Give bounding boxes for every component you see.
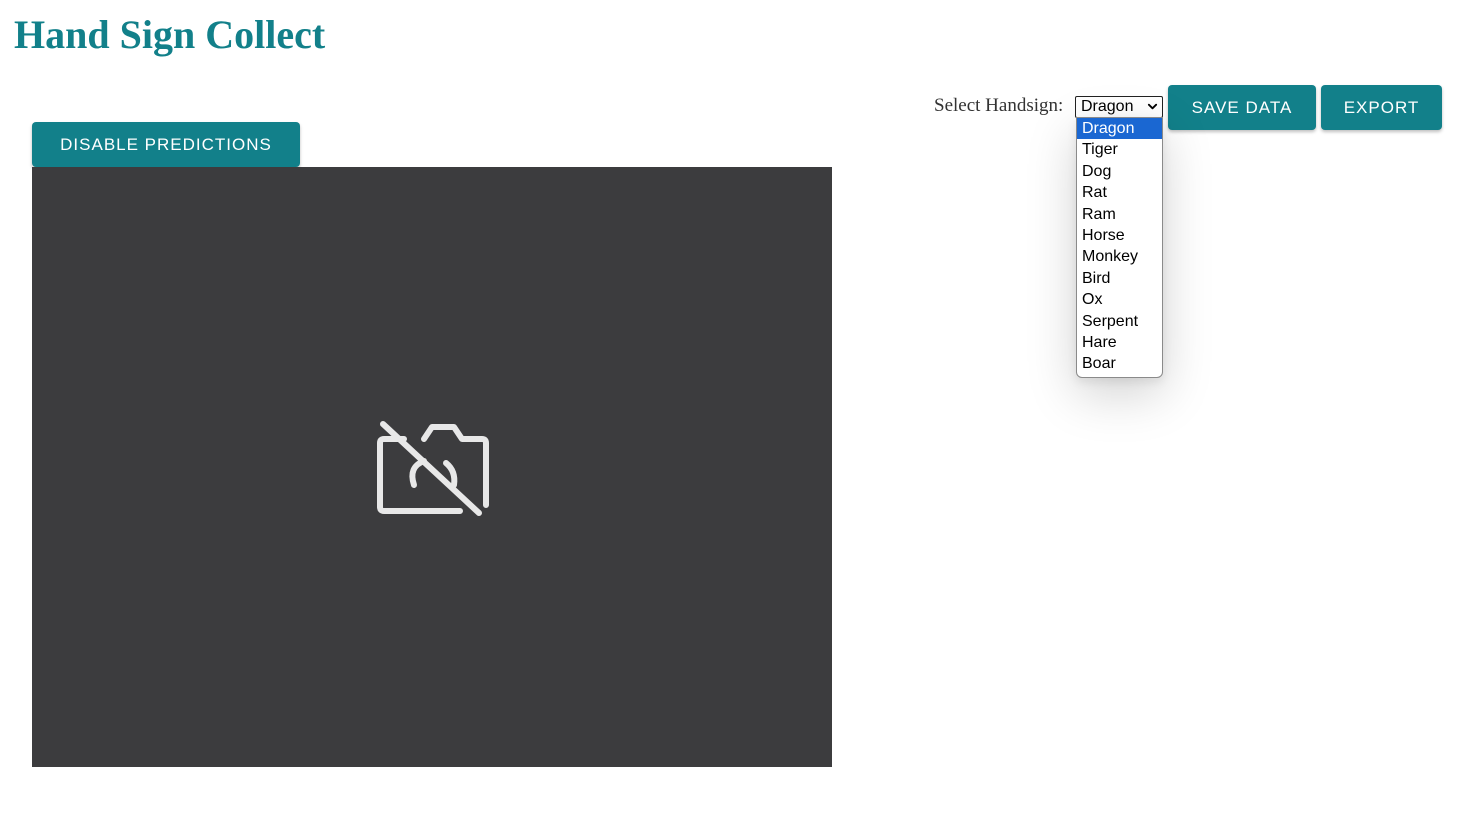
dropdown-option[interactable]: Serpent xyxy=(1077,311,1162,332)
handsign-dropdown-list[interactable]: Dragon Tiger Dog Rat Ram Horse Monkey Bird Ox Ser… xyxy=(1076,117,1163,378)
save-data-button[interactable]: SAVE DATA xyxy=(1168,85,1316,130)
select-handsign-label: Select Handsign: xyxy=(934,95,1064,116)
dropdown-option[interactable]: Bird xyxy=(1077,268,1162,289)
camera-off-icon xyxy=(377,421,489,516)
dropdown-option[interactable]: Ox xyxy=(1077,289,1162,310)
dropdown-option[interactable]: Rat xyxy=(1077,182,1162,203)
export-button[interactable]: EXPORT xyxy=(1321,85,1442,130)
dropdown-option[interactable]: Horse xyxy=(1077,225,1162,246)
page-title: Hand Sign Collect xyxy=(14,12,326,57)
disable-predictions-button[interactable]: DISABLE PREDICTIONS xyxy=(32,122,300,167)
chevron-down-icon xyxy=(1147,103,1158,110)
dropdown-option[interactable]: Monkey xyxy=(1077,246,1162,267)
handsign-select[interactable]: Dragon xyxy=(1075,96,1163,118)
dropdown-option[interactable]: Ram xyxy=(1077,204,1162,225)
handsign-select-value: Dragon xyxy=(1081,98,1134,115)
dropdown-option[interactable]: Boar xyxy=(1077,353,1162,374)
dropdown-option[interactable]: Tiger xyxy=(1077,139,1162,160)
dropdown-option[interactable]: Hare xyxy=(1077,332,1162,353)
dropdown-option[interactable]: Dragon xyxy=(1077,118,1162,140)
dropdown-option[interactable]: Dog xyxy=(1077,161,1162,182)
